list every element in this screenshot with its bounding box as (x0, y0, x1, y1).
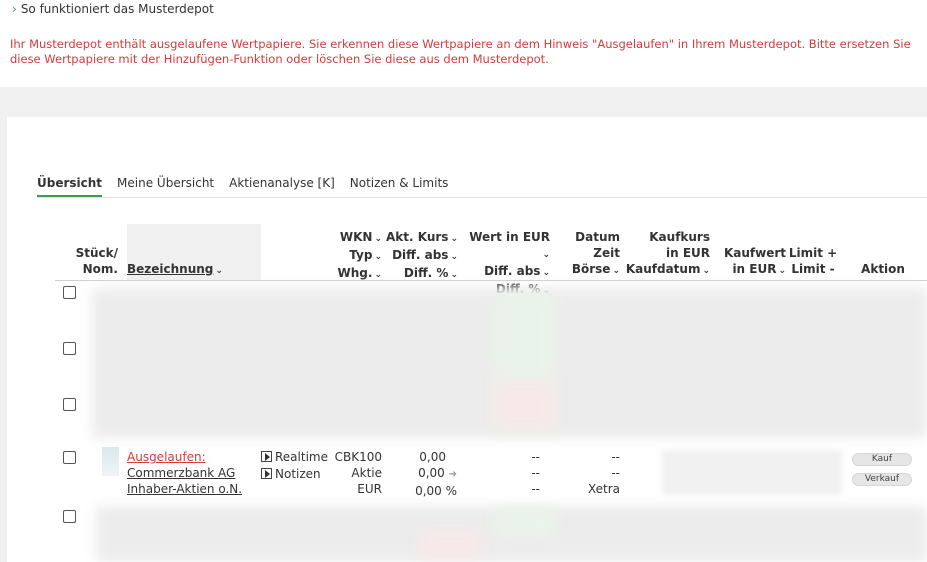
header-kurs[interactable]: Akt. Kurs ⌄ Diff. abs ⌄ Diff. % ⌄ (380, 229, 458, 283)
header-aktion: Aktion (861, 262, 905, 276)
expired-warning: Ihr Musterdepot enthält ausgelaufene Wer… (10, 37, 911, 66)
stock-thumbnail (102, 447, 119, 476)
header-limit-line1: Limit + (788, 246, 838, 260)
header-kaufkurs-line3: Kaufdatum (625, 262, 701, 276)
header-kaufwert[interactable]: Kaufwert in EUR ⌄ (712, 245, 786, 279)
header-datum-line1: Datum (575, 230, 620, 244)
chevron-down-icon: ⌄ (542, 250, 550, 260)
header-kurs-line3: Diff. % (403, 266, 449, 280)
expired-status-label[interactable]: Ausgelaufen: (127, 449, 242, 465)
row-checkbox[interactable] (63, 451, 76, 464)
blurred-loss-column (420, 530, 480, 560)
grey-band (0, 87, 927, 117)
howto-link[interactable]: › So funktioniert das Musterdepot (12, 2, 214, 16)
header-stueck: Stück/ Nom. (70, 245, 118, 277)
diff-abs-value: 0,00 (418, 466, 445, 480)
blurred-purchase-data (662, 450, 842, 495)
blurred-loss-column (495, 380, 555, 430)
header-datum-line2: Zeit (593, 246, 620, 260)
header-divider (55, 280, 927, 281)
kurs-cell: 0,00 0,00 ➔ 0,00 % (395, 449, 457, 499)
row-checkbox[interactable] (63, 398, 76, 411)
row-checkbox[interactable] (63, 510, 76, 523)
play-icon (261, 468, 272, 479)
howto-label: So funktioniert das Musterdepot (20, 2, 214, 16)
verkauf-button[interactable]: Verkauf (852, 473, 912, 486)
header-kaufwert-line1: Kaufwert (723, 246, 786, 260)
blurred-gain-column (495, 508, 555, 538)
notizen-link[interactable]: Notizen (261, 466, 321, 482)
chevron-down-icon: ⌄ (612, 266, 620, 276)
header-wkn-line3: Whg. (337, 266, 373, 280)
wert-value: -- (531, 450, 540, 464)
header-kaufkurs-line1: Kaufkurs (649, 230, 710, 244)
header-kurs-line1: Akt. Kurs (386, 230, 449, 244)
notizen-label: Notizen (275, 467, 321, 481)
arrow-right-icon: ➔ (448, 469, 457, 480)
chevron-down-icon: ⌄ (542, 268, 550, 278)
realtime-label: Realtime (275, 450, 328, 464)
chevron-down-icon: ⌄ (450, 252, 458, 262)
grey-margin (0, 117, 7, 562)
header-wert-line1: Wert in EUR (469, 230, 550, 244)
header-datum-line3: Börse (571, 262, 611, 276)
security-name-line1[interactable]: Commerzbank AG (127, 465, 242, 481)
datum-cell: -- -- Xetra (570, 449, 620, 497)
chevron-right-icon: › (12, 2, 17, 16)
header-wkn-line1: WKN (339, 230, 373, 244)
tab-notizen-limits[interactable]: Notizen & Limits (350, 176, 449, 198)
header-kaufkurs[interactable]: Kaufkurs in EUR Kaufdatum ⌄ (624, 229, 710, 279)
wert-diff-abs: -- (531, 466, 540, 480)
chevron-down-icon: ⌄ (450, 234, 458, 244)
tab-aktienanalyse[interactable]: Aktienanalyse [K] (229, 176, 335, 198)
header-kurs-line2: Diff. abs (392, 248, 449, 262)
wert-diff-pct: -- (531, 482, 540, 496)
zeit-value: -- (611, 466, 620, 480)
realtime-link[interactable]: Realtime (261, 449, 328, 465)
kurs-value: 0,00 (419, 450, 446, 464)
header-limit: Limit + Limit - (788, 245, 838, 277)
header-bezeichnung[interactable]: Bezeichnung ⌄ (127, 261, 223, 279)
row-checkbox[interactable] (63, 286, 76, 299)
security-name[interactable]: Ausgelaufen: Commerzbank AG Inhaber-Akti… (127, 449, 242, 497)
header-wkn[interactable]: WKN ⌄ Typ ⌄ Whg. ⌄ (322, 229, 382, 283)
kauf-button[interactable]: Kauf (852, 453, 912, 466)
chevron-down-icon: ⌄ (702, 266, 710, 276)
header-datum[interactable]: Datum Zeit Börse ⌄ (560, 229, 620, 279)
tab-uebersicht[interactable]: Übersicht (37, 176, 103, 198)
chevron-down-icon: ⌄ (778, 266, 786, 276)
play-icon (261, 451, 272, 462)
wkn-value: CBK100 (334, 450, 382, 464)
whg-value: EUR (357, 482, 382, 496)
header-wkn-line2: Typ (349, 248, 373, 262)
tab-bar: Übersicht Meine Übersicht Aktienanalyse … (37, 176, 463, 198)
typ-value: Aktie (351, 466, 382, 480)
security-name-line2[interactable]: Inhaber-Aktien o.N. (127, 481, 242, 497)
header-stueck-line2: Nom. (82, 262, 118, 276)
header-wert-line2: Diff. abs (484, 264, 541, 278)
chevron-down-icon: ⌄ (215, 266, 223, 276)
header-limit-line2: Limit - (791, 262, 835, 276)
tab-divider (37, 197, 927, 198)
header-kaufkurs-line2: in EUR (665, 246, 710, 260)
tab-meine-uebersicht[interactable]: Meine Übersicht (117, 176, 214, 198)
boerse-value: Xetra (587, 482, 620, 496)
header-kaufwert-line2: in EUR (732, 262, 777, 276)
header-bezeichnung-label: Bezeichnung (127, 262, 214, 276)
wert-cell: -- -- -- (500, 449, 540, 497)
diff-pct-value: 0,00 % (415, 484, 457, 498)
header-stueck-line1: Stück/ (75, 246, 118, 260)
wkn-cell: CBK100 Aktie EUR (322, 449, 382, 497)
row-checkbox[interactable] (63, 342, 76, 355)
datum-value: -- (611, 450, 620, 464)
